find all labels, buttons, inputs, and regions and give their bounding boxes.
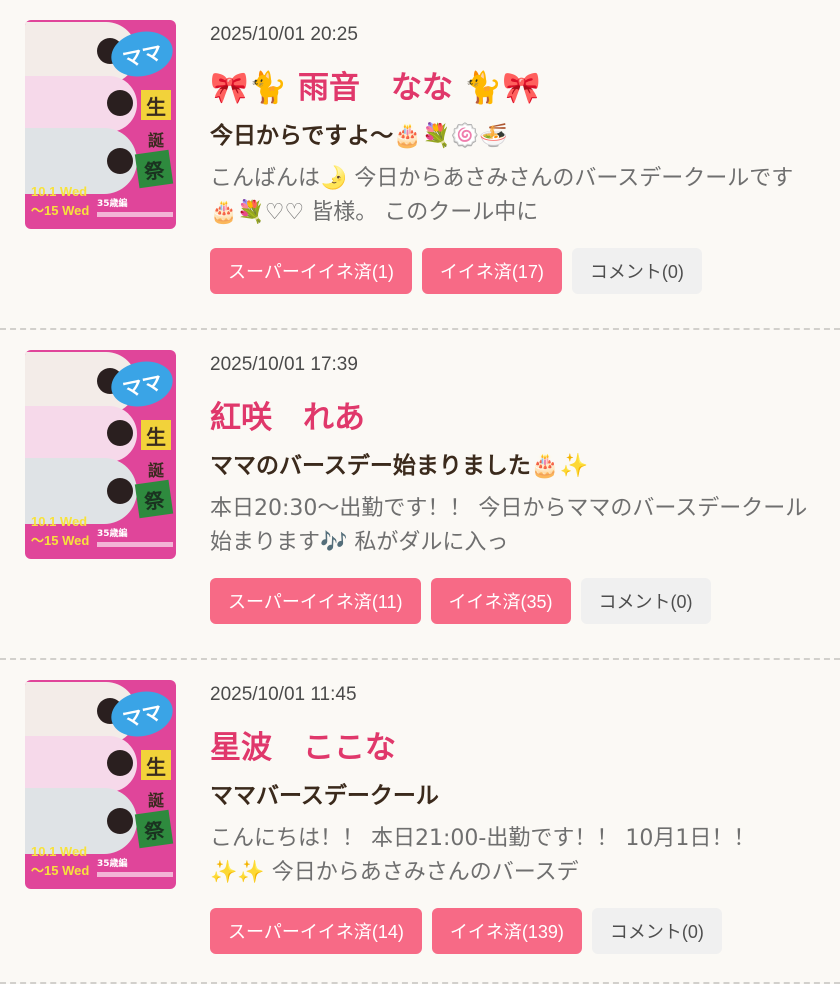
like-button[interactable]: イイネ済(35): [430, 578, 571, 624]
thumbnail-kanji: 生: [141, 420, 171, 450]
post-date: 2025/10/01 20:25: [210, 24, 358, 45]
post-date: 2025/10/01 11:45: [210, 684, 357, 705]
super-like-button[interactable]: スーパーイイネ済(14): [210, 908, 422, 954]
super-like-button[interactable]: スーパーイイネ済(11): [210, 578, 421, 624]
thumbnail-dates: 10.1 Wed ～15 Wed: [31, 184, 90, 218]
author-name[interactable]: 🎀🐈 雨音 なな 🐈🎀: [210, 62, 541, 107]
thumbnail-dates: 10.1 Wed ～15 Wed: [31, 514, 90, 548]
thumbnail-kanji: 生: [141, 750, 171, 780]
post-excerpt: 本日20:30〜出勤です！！ 今日からママのバースデークール始まります🎶 私がダ…: [210, 496, 808, 555]
post-item[interactable]: ママ 生 誕 祭 10.1 Wed ～15 Wed 35歳編 2025/10/0…: [0, 330, 840, 660]
author-name[interactable]: 紅咲 れあ: [210, 392, 365, 437]
comment-button[interactable]: コメント(0): [591, 908, 722, 954]
post-actions: スーパーイイネ済(11) イイネ済(35) コメント(0): [210, 578, 711, 624]
post-actions: スーパーイイネ済(14) イイネ済(139) コメント(0): [210, 908, 722, 954]
thumbnail-kanji: 祭: [134, 479, 174, 519]
comment-button[interactable]: コメント(0): [580, 578, 711, 624]
post-actions: スーパーイイネ済(1) イイネ済(17) コメント(0): [210, 248, 702, 294]
post-date: 2025/10/01 17:39: [210, 354, 358, 375]
post-excerpt: こんにちは！！ 本日21:00-出勤です！！ 10月1日！！✨✨ 今日からあさみ…: [210, 826, 756, 885]
post-item[interactable]: ママ 生 誕 祭 10.1 Wed ～15 Wed 35歳編 2025/10/0…: [0, 660, 840, 984]
post-title[interactable]: ママのバースデー始まりました🎂✨: [210, 446, 588, 480]
thumbnail-note: 35歳編: [97, 859, 128, 869]
author-name[interactable]: 星波 ここな: [210, 722, 396, 767]
post-thumbnail[interactable]: ママ 生 誕 祭 10.1 Wed ～15 Wed 35歳編: [25, 350, 176, 559]
post-excerpt: こんばんは🌛 今日からあさみさんのバースデークールです🎂💐♡♡ 皆様。 このクー…: [210, 166, 794, 225]
post-feed: ママ 生 誕 祭 10.1 Wed ～15 Wed 35歳編 2025/10/0…: [0, 0, 840, 984]
like-button[interactable]: イイネ済(17): [421, 248, 562, 294]
post-item[interactable]: ママ 生 誕 祭 10.1 Wed ～15 Wed 35歳編 2025/10/0…: [0, 0, 840, 330]
post-title[interactable]: 今日からですよ〜🎂💐🍥🍜: [210, 116, 508, 150]
thumbnail-note: 35歳編: [97, 529, 128, 539]
post-title[interactable]: ママバースデークール: [210, 776, 439, 810]
like-button[interactable]: イイネ済(139): [431, 908, 582, 954]
thumbnail-dates: 10.1 Wed ～15 Wed: [31, 844, 90, 878]
comment-button[interactable]: コメント(0): [571, 248, 702, 294]
thumbnail-kanji: 生: [141, 90, 171, 120]
super-like-button[interactable]: スーパーイイネ済(1): [210, 248, 412, 294]
post-thumbnail[interactable]: ママ 生 誕 祭 10.1 Wed ～15 Wed 35歳編: [25, 20, 176, 229]
thumbnail-kanji: 祭: [134, 809, 174, 849]
thumbnail-kanji: 祭: [134, 149, 174, 189]
post-thumbnail[interactable]: ママ 生 誕 祭 10.1 Wed ～15 Wed 35歳編: [25, 680, 176, 889]
thumbnail-note: 35歳編: [97, 199, 128, 209]
